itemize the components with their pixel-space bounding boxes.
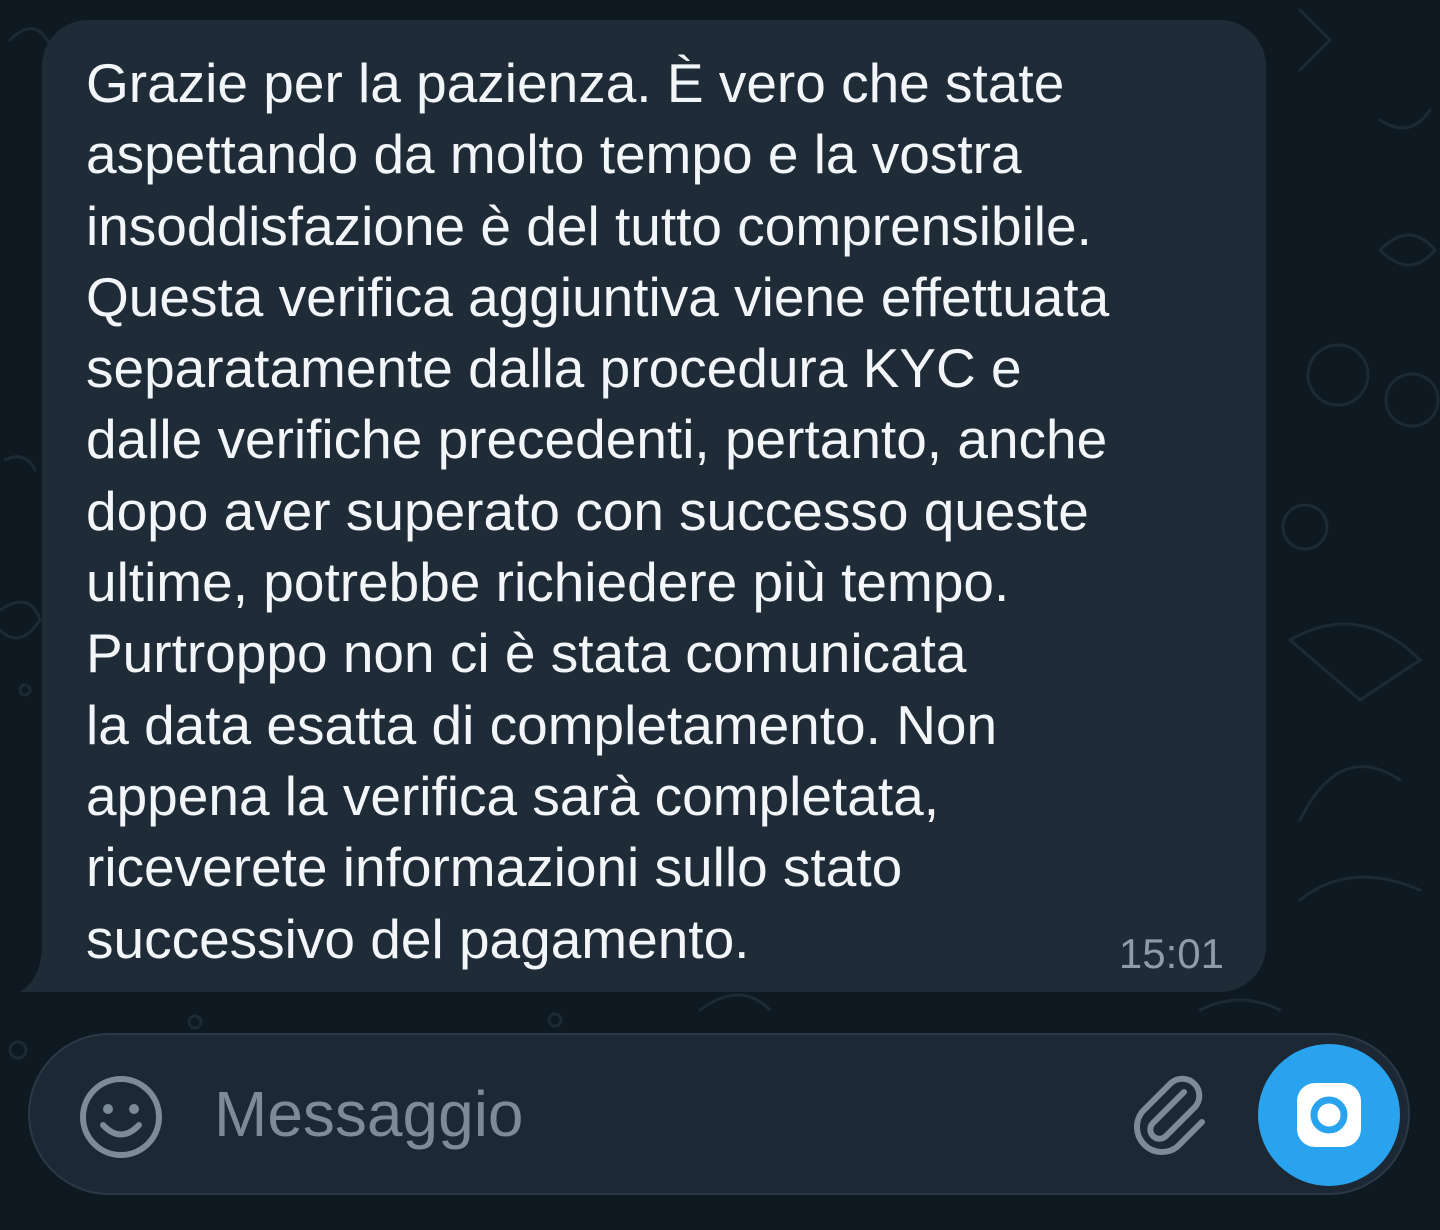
attach-button[interactable]	[1120, 1062, 1220, 1162]
message-text: Grazie per la pazienza. È vero che state…	[86, 52, 1110, 970]
emoji-button[interactable]	[76, 1072, 166, 1162]
message-timestamp: 15:01	[1118, 930, 1224, 977]
message-input[interactable]	[214, 1078, 1094, 1150]
smiley-icon	[80, 1076, 162, 1158]
camera-button[interactable]	[1258, 1044, 1400, 1186]
paperclip-icon	[1134, 1075, 1205, 1155]
camera-icon	[1297, 1083, 1361, 1147]
